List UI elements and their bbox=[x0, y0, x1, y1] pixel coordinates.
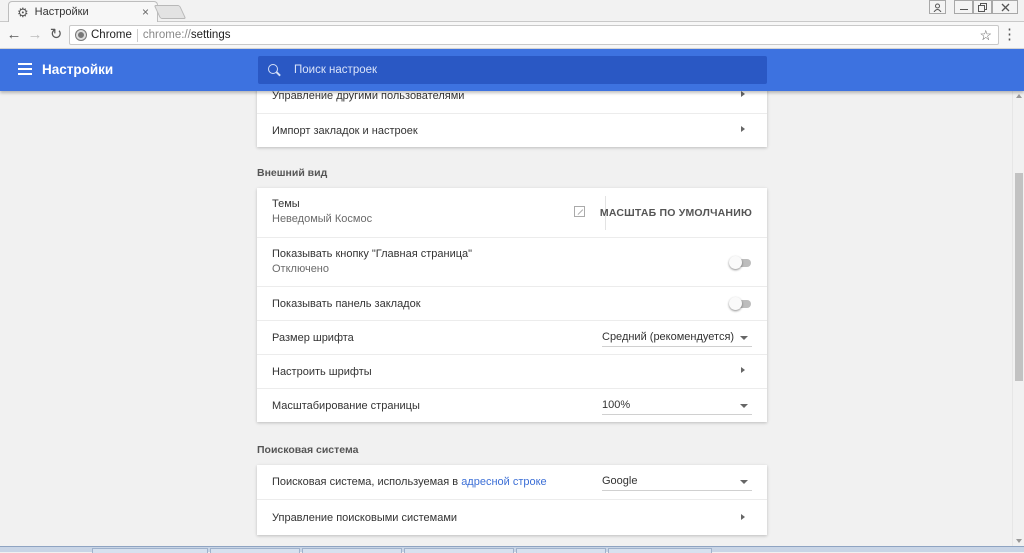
manage-users-label: Управление другими пользователями bbox=[272, 91, 465, 102]
settings-search[interactable] bbox=[258, 56, 767, 84]
font-size-label: Размер шрифта bbox=[272, 332, 354, 344]
chrome-icon bbox=[76, 30, 86, 40]
search-input[interactable] bbox=[292, 63, 732, 77]
scroll-down-icon[interactable] bbox=[1016, 539, 1022, 543]
list-item[interactable]: Управление другими пользователями bbox=[257, 91, 767, 113]
search-engine-select[interactable]: Google bbox=[602, 474, 752, 491]
appearance-card: Темы Неведомый Космос МАСШТАБ ПО УМОЛЧАН… bbox=[257, 188, 767, 422]
tab-strip: ⚙ Настройки × bbox=[0, 0, 1024, 22]
customize-fonts-row[interactable]: Настроить шрифты bbox=[257, 354, 767, 388]
omnibox-link[interactable]: адресной строке bbox=[461, 476, 547, 488]
reload-icon[interactable]: ↻ bbox=[47, 26, 65, 44]
search-icon bbox=[268, 63, 281, 77]
bookmarks-bar-row[interactable]: Показывать панель закладок bbox=[257, 286, 767, 320]
taskbar-item[interactable] bbox=[516, 548, 606, 553]
section-title-appearance: Внешний вид bbox=[257, 167, 328, 179]
scroll-up-icon[interactable] bbox=[1016, 94, 1022, 98]
home-button-label: Показывать кнопку "Главная страница" bbox=[272, 248, 473, 260]
taskbar-item[interactable] bbox=[404, 548, 514, 553]
close-window-button[interactable] bbox=[992, 0, 1018, 14]
font-size-select[interactable]: Средний (рекомендуется) bbox=[602, 330, 752, 347]
menu-icon[interactable] bbox=[18, 63, 32, 75]
theme-value: Неведомый Космос bbox=[272, 213, 373, 225]
os-taskbar bbox=[0, 546, 1024, 553]
taskbar-item[interactable] bbox=[92, 548, 208, 553]
people-card: Управление другими пользователями Импорт… bbox=[257, 91, 767, 147]
page-zoom-label: Масштабирование страницы bbox=[272, 400, 420, 412]
bookmark-star-icon[interactable]: ☆ bbox=[979, 27, 992, 44]
taskbar-item[interactable] bbox=[210, 548, 300, 553]
url-scheme: chrome:// bbox=[142, 29, 191, 41]
chevron-down-icon bbox=[740, 404, 748, 408]
page-zoom-row: Масштабирование страницы 100% bbox=[257, 388, 767, 422]
reset-theme-button[interactable]: МАСШТАБ ПО УМОЛЧАНИЮ bbox=[600, 207, 752, 219]
gear-icon: ⚙ bbox=[17, 4, 29, 20]
customize-fonts-label: Настроить шрифты bbox=[272, 366, 372, 378]
import-bookmarks-label: Импорт закладок и настроек bbox=[272, 125, 418, 137]
chevron-down-icon bbox=[740, 480, 748, 484]
arrow-right-icon bbox=[741, 367, 745, 373]
home-button-state: Отключено bbox=[272, 263, 329, 275]
search-engine-label: Поисковая система, используемая в адресн… bbox=[272, 476, 547, 488]
back-icon[interactable]: ← bbox=[5, 26, 23, 44]
page-scrollbar[interactable] bbox=[1012, 91, 1024, 546]
settings-header: Настройки bbox=[0, 49, 1024, 91]
taskbar-item[interactable] bbox=[302, 548, 402, 553]
page-zoom-select[interactable]: 100% bbox=[602, 398, 752, 415]
taskbar-item[interactable] bbox=[608, 548, 712, 553]
browser-toolbar: ← → ↻ Chrome chrome://settings ☆ ⋮ bbox=[0, 22, 1024, 49]
scroll-thumb[interactable] bbox=[1015, 173, 1023, 381]
omnibox-divider bbox=[136, 28, 138, 42]
search-engine-value: Google bbox=[602, 475, 638, 487]
new-tab-button[interactable] bbox=[153, 5, 187, 19]
manage-search-engines-label: Управление поисковыми системами bbox=[272, 512, 458, 524]
home-button-row[interactable]: Показывать кнопку "Главная страница" Отк… bbox=[257, 237, 767, 286]
address-bar[interactable]: Chrome chrome://settings ☆ bbox=[69, 25, 999, 45]
page-title: Настройки bbox=[42, 62, 114, 77]
tab-settings[interactable]: ⚙ Настройки × bbox=[8, 1, 158, 22]
theme-row[interactable]: Темы Неведомый Космос МАСШТАБ ПО УМОЛЧАН… bbox=[257, 188, 767, 237]
tab-title: Настройки bbox=[34, 6, 89, 18]
forward-icon[interactable]: → bbox=[26, 26, 44, 44]
url-path: settings bbox=[190, 29, 231, 41]
theme-label: Темы bbox=[272, 198, 300, 210]
chevron-down-icon bbox=[740, 336, 748, 340]
bookmarks-bar-toggle[interactable] bbox=[729, 297, 751, 310]
arrow-right-icon bbox=[741, 126, 745, 132]
profile-icon[interactable] bbox=[929, 0, 946, 14]
search-engine-card: Поисковая система, используемая в адресн… bbox=[257, 465, 767, 535]
minimize-button[interactable] bbox=[954, 0, 973, 14]
section-title-search-engine: Поисковая система bbox=[257, 444, 359, 456]
close-tab-icon[interactable]: × bbox=[142, 5, 149, 19]
menu-dots-icon[interactable]: ⋮ bbox=[1002, 25, 1017, 43]
font-size-value: Средний (рекомендуется) bbox=[602, 331, 735, 343]
arrow-right-icon bbox=[741, 514, 745, 520]
list-item[interactable]: Импорт закладок и настроек bbox=[257, 113, 767, 147]
search-engine-row: Поисковая система, используемая в адресн… bbox=[257, 465, 767, 499]
settings-content: Управление другими пользователями Импорт… bbox=[0, 91, 1012, 546]
home-button-toggle[interactable] bbox=[729, 256, 751, 269]
manage-search-engines-row[interactable]: Управление поисковыми системами bbox=[257, 499, 767, 535]
url-chip: Chrome bbox=[91, 29, 132, 41]
open-external-icon[interactable] bbox=[574, 206, 585, 217]
font-size-row: Размер шрифта Средний (рекомендуется) bbox=[257, 320, 767, 354]
bookmarks-bar-label: Показывать панель закладок bbox=[272, 298, 421, 310]
restore-button[interactable] bbox=[973, 0, 992, 14]
page-zoom-value: 100% bbox=[602, 399, 631, 411]
search-engine-label-text: Поисковая система, используемая в bbox=[272, 476, 459, 488]
arrow-right-icon bbox=[741, 91, 745, 97]
